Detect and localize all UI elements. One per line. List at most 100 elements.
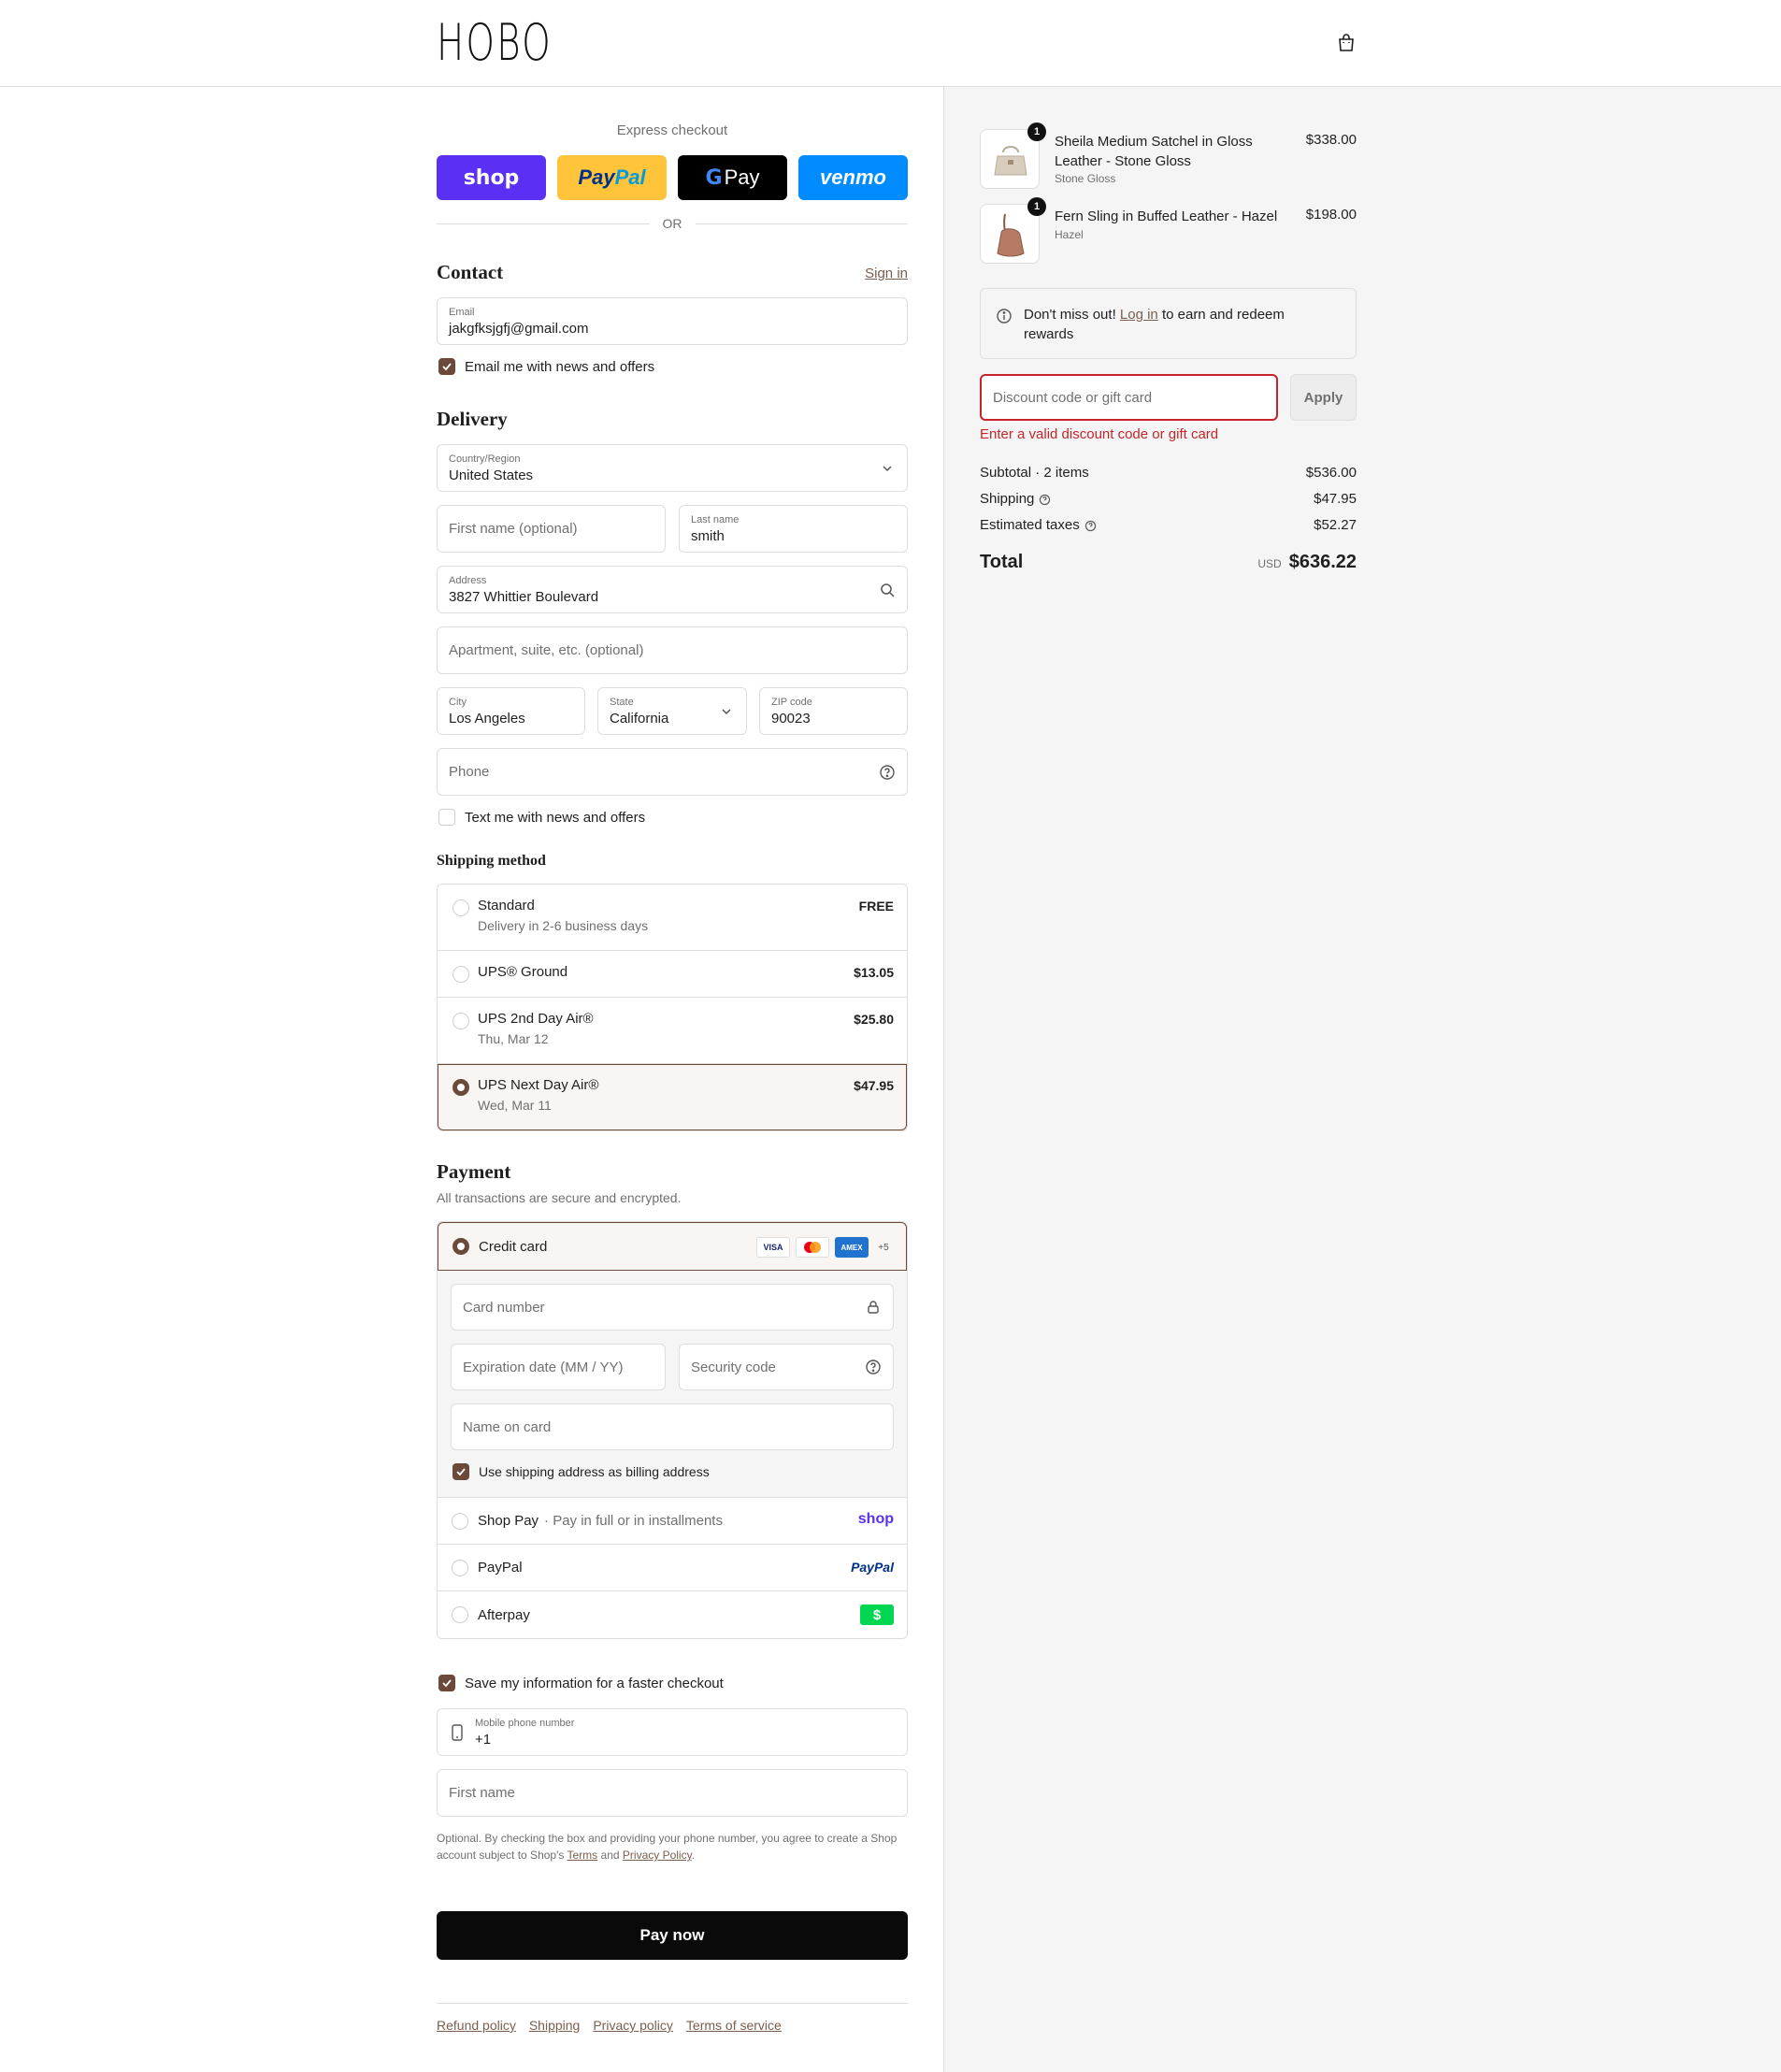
- card-number-field[interactable]: Card number: [451, 1284, 894, 1331]
- check-icon: [456, 1468, 466, 1476]
- security-code-field[interactable]: Security code: [679, 1344, 894, 1390]
- email-value: jakgfksjgfj@gmail.com: [449, 321, 589, 337]
- save-info-checkbox-row[interactable]: Save my information for a faster checkou…: [438, 1675, 724, 1691]
- shop-terms-link[interactable]: Terms: [567, 1849, 598, 1862]
- footer-links: Refund policy Shipping Privacy policy Te…: [437, 2018, 782, 2033]
- log-in-link[interactable]: Log in: [1120, 307, 1158, 323]
- venmo-button[interactable]: venmo: [798, 155, 908, 200]
- shop-privacy-link[interactable]: Privacy Policy: [623, 1849, 692, 1862]
- payment-option-afterpay[interactable]: Afterpay $: [438, 1591, 907, 1638]
- cart-item: 1 Sheila Medium Satchel in Gloss Leather…: [980, 122, 1357, 194]
- paypal-button[interactable]: Pay Pal: [557, 155, 667, 200]
- payment-radio[interactable]: [452, 1606, 468, 1623]
- divider-line: [437, 223, 650, 224]
- notice-text-a: Don't miss out!: [1024, 307, 1116, 323]
- text-news-checkbox[interactable]: [438, 809, 455, 826]
- express-checkout-label: Express checkout: [616, 122, 728, 138]
- payment-title: Payment: [437, 1160, 511, 1183]
- apartment-placeholder: Apartment, suite, etc. (optional): [449, 642, 644, 658]
- more-cards-label: +5: [878, 1242, 889, 1253]
- paypal-logo: PayPal: [851, 1560, 894, 1575]
- payment-radio-selected[interactable]: [452, 1238, 469, 1255]
- shipping-option-ups-2nd-day[interactable]: UPS 2nd Day Air® Thu, Mar 12 $25.80: [438, 998, 907, 1064]
- search-icon: [881, 583, 895, 597]
- mobile-phone-label: Mobile phone number: [475, 1718, 575, 1729]
- expiry-field[interactable]: Expiration date (MM / YY): [451, 1344, 666, 1390]
- item-name: Fern Sling in Buffed Leather - Hazel: [1055, 209, 1278, 224]
- email-news-checkbox[interactable]: [438, 358, 455, 375]
- name-on-card-field[interactable]: Name on card: [451, 1403, 894, 1450]
- billing-checkbox-row[interactable]: Use shipping address as billing address: [452, 1463, 710, 1480]
- refund-policy-link[interactable]: Refund policy: [437, 2018, 516, 2033]
- email-field[interactable]: Email jakgfksjgfj@gmail.com: [437, 297, 908, 345]
- last-name-value: smith: [691, 528, 725, 544]
- help-circle-icon[interactable]: [1084, 520, 1097, 532]
- billing-label: Use shipping address as billing address: [479, 1464, 710, 1479]
- shipping-label: Shipping: [980, 491, 1035, 507]
- save-first-name-field[interactable]: First name: [437, 1769, 908, 1817]
- shipping-method-title: Shipping method: [437, 853, 546, 869]
- shop-pay-button[interactable]: shop: [437, 155, 546, 200]
- shipping-option-name: UPS 2nd Day Air®: [478, 1011, 594, 1027]
- sign-in-link[interactable]: Sign in: [865, 266, 908, 281]
- google-pay-button[interactable]: G Pay: [678, 155, 787, 200]
- privacy-policy-link[interactable]: Privacy policy: [593, 2018, 673, 2033]
- help-circle-icon[interactable]: [1039, 494, 1051, 506]
- shipping-radio[interactable]: [452, 1013, 469, 1029]
- save-info-checkbox[interactable]: [438, 1675, 455, 1691]
- shipping-policy-link[interactable]: Shipping: [529, 2018, 581, 2033]
- shipping-option-name: Standard: [478, 898, 535, 914]
- shipping-option-price: $25.80: [854, 1012, 894, 1027]
- terms-of-service-link[interactable]: Terms of service: [686, 2018, 782, 2033]
- last-name-field[interactable]: Last name smith: [679, 505, 908, 553]
- payment-radio[interactable]: [452, 1560, 468, 1576]
- country-label: Country/Region: [449, 453, 521, 465]
- shipping-option-ups-ground[interactable]: UPS® Ground $13.05: [438, 951, 907, 998]
- shipping-radio[interactable]: [452, 966, 469, 983]
- express-checkout-buttons: shop Pay Pal G Pay venmo: [437, 155, 908, 200]
- state-select[interactable]: State California: [597, 687, 747, 735]
- lock-icon: [868, 1301, 879, 1314]
- text-news-checkbox-row[interactable]: Text me with news and offers: [438, 809, 645, 826]
- payment-radio[interactable]: [452, 1513, 468, 1530]
- country-select[interactable]: Country/Region United States: [437, 444, 908, 492]
- payment-option-shop-pay[interactable]: Shop Pay · Pay in full or in installments…: [438, 1498, 907, 1545]
- item-name: Sheila Medium Satchel in Gloss Leather -…: [1055, 134, 1253, 169]
- discount-code-input[interactable]: Discount code or gift card: [980, 374, 1278, 421]
- phone-field[interactable]: Phone: [437, 748, 908, 796]
- google-pay-label: Pay: [724, 165, 760, 189]
- zip-field[interactable]: ZIP code 90023: [759, 687, 908, 735]
- shipping-radio-selected[interactable]: [452, 1079, 469, 1096]
- shopping-bag-icon[interactable]: [1335, 32, 1357, 54]
- venmo-logo: venmo: [820, 165, 886, 189]
- info-icon: [997, 309, 1012, 324]
- check-icon: [442, 1679, 452, 1688]
- help-circle-icon[interactable]: [879, 764, 896, 781]
- shipping-option-standard[interactable]: Standard Delivery in 2-6 business days F…: [438, 885, 907, 951]
- mobile-phone-field[interactable]: Mobile phone number +1: [437, 1708, 908, 1756]
- email-label: Email: [449, 307, 475, 318]
- hobo-logo[interactable]: HOBO: [437, 13, 553, 73]
- legal-and: and: [600, 1849, 620, 1862]
- payment-option-paypal[interactable]: PayPal PayPal: [438, 1545, 907, 1591]
- first-name-field[interactable]: First name (optional): [437, 505, 666, 553]
- item-variant: Stone Gloss: [1055, 172, 1116, 185]
- address-value: 3827 Whittier Boulevard: [449, 589, 599, 605]
- help-circle-icon[interactable]: [865, 1359, 882, 1375]
- address-field[interactable]: Address 3827 Whittier Boulevard: [437, 566, 908, 613]
- subtotal-row: Subtotal · 2 items $536.00: [980, 465, 1357, 481]
- save-info-label: Save my information for a faster checkou…: [465, 1675, 724, 1691]
- email-news-checkbox-row[interactable]: Email me with news and offers: [438, 358, 654, 375]
- phone-placeholder: Phone: [449, 764, 490, 780]
- zip-value: 90023: [771, 711, 811, 727]
- shipping-radio[interactable]: [452, 899, 469, 916]
- apply-discount-button[interactable]: Apply: [1290, 374, 1357, 421]
- shipping-option-ups-next-day[interactable]: UPS Next Day Air® Wed, Mar 11 $47.95: [438, 1064, 907, 1130]
- payment-option-credit-card[interactable]: Credit card VISA AMEX +5: [438, 1222, 907, 1271]
- city-field[interactable]: City Los Angeles: [437, 687, 585, 735]
- billing-checkbox[interactable]: [452, 1463, 469, 1480]
- taxes-value: $52.27: [1314, 517, 1357, 533]
- pay-now-button[interactable]: Pay now: [437, 1911, 908, 1960]
- amex-icon: AMEX: [835, 1237, 869, 1258]
- apartment-field[interactable]: Apartment, suite, etc. (optional): [437, 626, 908, 674]
